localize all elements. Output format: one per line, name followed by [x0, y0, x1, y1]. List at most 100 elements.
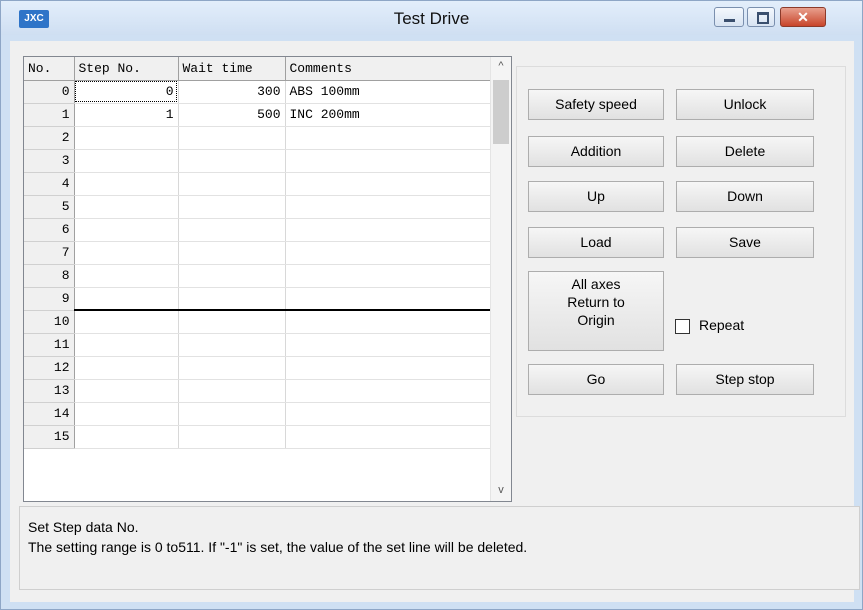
- comments-cell[interactable]: [285, 287, 492, 311]
- row-number-cell[interactable]: 11: [24, 333, 75, 357]
- close-button[interactable]: ✕: [780, 7, 826, 27]
- maximize-button[interactable]: [747, 7, 775, 27]
- wait-time-cell[interactable]: [178, 218, 286, 242]
- table-row[interactable]: 7: [24, 241, 492, 265]
- table-row[interactable]: 3: [24, 149, 492, 173]
- wait-time-cell[interactable]: 500: [178, 103, 286, 127]
- step-no-cell[interactable]: [74, 149, 179, 173]
- comments-cell[interactable]: [285, 425, 492, 449]
- row-number-cell[interactable]: 1: [24, 103, 75, 127]
- load-button[interactable]: Load: [528, 227, 664, 258]
- table-row[interactable]: 12: [24, 356, 492, 380]
- comments-cell[interactable]: [285, 195, 492, 219]
- table-row[interactable]: 0 0 300 ABS 100mm: [24, 80, 492, 104]
- row-number-cell[interactable]: 14: [24, 402, 75, 426]
- step-no-cell[interactable]: [74, 218, 179, 242]
- comments-cell[interactable]: INC 200mm: [285, 103, 492, 127]
- table-row[interactable]: 9: [24, 287, 492, 311]
- vertical-scrollbar[interactable]: ^ v: [490, 57, 511, 501]
- row-number-cell[interactable]: 8: [24, 264, 75, 288]
- comments-cell[interactable]: [285, 172, 492, 196]
- wait-time-cell[interactable]: [178, 333, 286, 357]
- scroll-up-icon[interactable]: ^: [491, 60, 511, 72]
- step-no-cell[interactable]: [74, 287, 179, 311]
- comments-cell[interactable]: [285, 333, 492, 357]
- table-row[interactable]: 5: [24, 195, 492, 219]
- comments-cell[interactable]: [285, 149, 492, 173]
- wait-time-cell[interactable]: [178, 310, 286, 334]
- wait-time-cell[interactable]: [178, 195, 286, 219]
- up-button[interactable]: Up: [528, 181, 664, 212]
- wait-time-cell[interactable]: [178, 264, 286, 288]
- step-no-cell[interactable]: [74, 264, 179, 288]
- wait-time-cell[interactable]: [178, 356, 286, 380]
- repeat-checkbox[interactable]: [675, 319, 690, 334]
- wait-time-cell[interactable]: [178, 149, 286, 173]
- wait-time-cell[interactable]: [178, 241, 286, 265]
- row-number-cell[interactable]: 6: [24, 218, 75, 242]
- step-no-cell[interactable]: [74, 241, 179, 265]
- save-button[interactable]: Save: [676, 227, 814, 258]
- row-number-cell[interactable]: 15: [24, 425, 75, 449]
- delete-button[interactable]: Delete: [676, 136, 814, 167]
- wait-time-cell[interactable]: [178, 425, 286, 449]
- wait-time-cell[interactable]: [178, 172, 286, 196]
- row-number-cell[interactable]: 0: [24, 80, 75, 104]
- minimize-button[interactable]: [714, 7, 744, 27]
- scroll-thumb[interactable]: [493, 80, 509, 144]
- comments-cell[interactable]: [285, 218, 492, 242]
- step-no-cell[interactable]: [74, 402, 179, 426]
- comments-cell[interactable]: ABS 100mm: [285, 80, 492, 104]
- comments-cell[interactable]: [285, 264, 492, 288]
- safety-speed-button[interactable]: Safety speed: [528, 89, 664, 120]
- wait-time-cell[interactable]: 300: [178, 80, 286, 104]
- step-no-cell[interactable]: [74, 425, 179, 449]
- col-header-wait-time[interactable]: Wait time: [178, 57, 286, 81]
- table-row[interactable]: 15: [24, 425, 492, 449]
- col-header-step-no[interactable]: Step No.: [74, 57, 179, 81]
- row-number-cell[interactable]: 5: [24, 195, 75, 219]
- wait-time-cell[interactable]: [178, 402, 286, 426]
- go-button[interactable]: Go: [528, 364, 664, 395]
- scroll-down-icon[interactable]: v: [491, 484, 511, 496]
- step-data-grid[interactable]: No. Step No. Wait time Comments 0 0 300 ABS…: [23, 56, 512, 502]
- step-no-cell[interactable]: [74, 126, 179, 150]
- row-number-cell[interactable]: 4: [24, 172, 75, 196]
- table-row[interactable]: 10: [24, 310, 492, 334]
- comments-cell[interactable]: [285, 356, 492, 380]
- table-row[interactable]: 1 1 500 INC 200mm: [24, 103, 492, 127]
- row-number-cell[interactable]: 13: [24, 379, 75, 403]
- comments-cell[interactable]: [285, 310, 492, 334]
- table-row[interactable]: 8: [24, 264, 492, 288]
- step-no-cell[interactable]: [74, 172, 179, 196]
- row-number-cell[interactable]: 12: [24, 356, 75, 380]
- step-no-cell[interactable]: 0: [74, 80, 179, 104]
- step-no-cell[interactable]: [74, 379, 179, 403]
- wait-time-cell[interactable]: [178, 126, 286, 150]
- title-bar[interactable]: JXC Test Drive ✕: [1, 1, 862, 35]
- row-number-cell[interactable]: 7: [24, 241, 75, 265]
- step-no-cell[interactable]: [74, 333, 179, 357]
- table-row[interactable]: 13: [24, 379, 492, 403]
- step-no-cell[interactable]: [74, 310, 179, 334]
- comments-cell[interactable]: [285, 379, 492, 403]
- addition-button[interactable]: Addition: [528, 136, 664, 167]
- col-header-no[interactable]: No.: [24, 57, 75, 81]
- step-stop-button[interactable]: Step stop: [676, 364, 814, 395]
- row-number-cell[interactable]: 3: [24, 149, 75, 173]
- step-no-cell[interactable]: [74, 356, 179, 380]
- repeat-label[interactable]: Repeat: [699, 317, 744, 333]
- step-no-cell[interactable]: 1: [74, 103, 179, 127]
- row-number-cell[interactable]: 10: [24, 310, 75, 334]
- table-row[interactable]: 4: [24, 172, 492, 196]
- row-number-cell[interactable]: 2: [24, 126, 75, 150]
- table-row[interactable]: 6: [24, 218, 492, 242]
- wait-time-cell[interactable]: [178, 379, 286, 403]
- row-number-cell[interactable]: 9: [24, 287, 75, 311]
- comments-cell[interactable]: [285, 402, 492, 426]
- table-row[interactable]: 14: [24, 402, 492, 426]
- col-header-comments[interactable]: Comments: [285, 57, 492, 81]
- step-no-cell[interactable]: [74, 195, 179, 219]
- unlock-button[interactable]: Unlock: [676, 89, 814, 120]
- table-row[interactable]: 11: [24, 333, 492, 357]
